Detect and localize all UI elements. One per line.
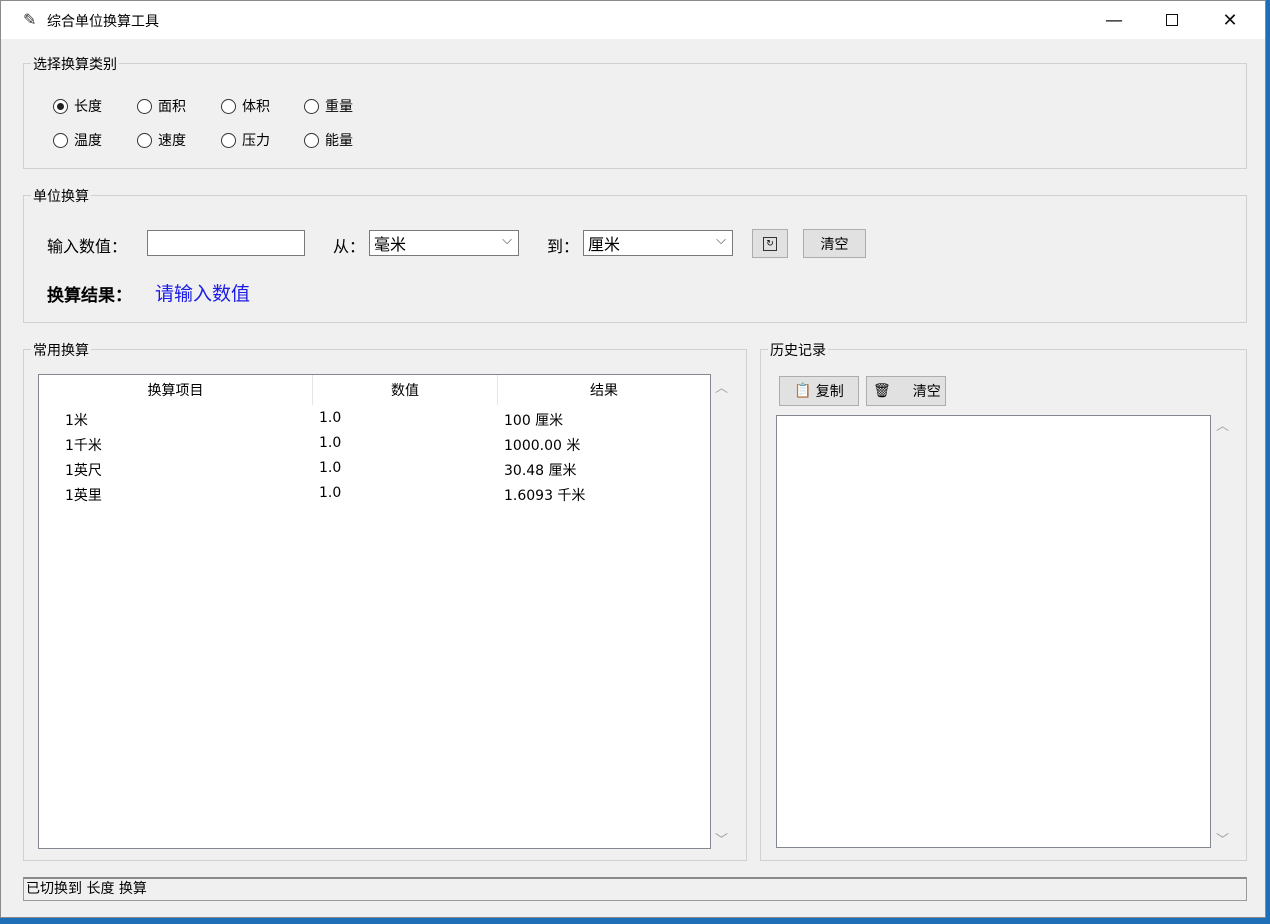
status-text: 已切换到 长度 换算: [26, 881, 147, 897]
scroll-up-icon[interactable]: ︿: [1216, 415, 1229, 434]
scroll-down-icon[interactable]: ﹀: [715, 829, 728, 848]
clear-history-button[interactable]: 🗑 清空: [866, 376, 946, 406]
radio-unselected-icon: [221, 98, 236, 114]
common-group-label: 常用换算: [31, 340, 91, 360]
table-cell: 1.6093 千米: [504, 488, 586, 504]
category-group-label: 选择换算类别: [31, 54, 119, 74]
maximize-button[interactable]: [1143, 1, 1201, 39]
table-cell: 1.0: [319, 410, 342, 426]
chevron-down-icon: ⌵: [716, 233, 726, 248]
column-header-result[interactable]: 结果: [498, 375, 710, 405]
value-input[interactable]: [147, 230, 305, 256]
column-header-value[interactable]: 数值: [313, 375, 498, 405]
minimize-icon: —: [1105, 9, 1123, 31]
app-window: ✎ 综合单位换算工具 — ✕ 选择换算类别 长度 面积 体积 重量 温度 速度 …: [0, 0, 1266, 918]
common-table[interactable]: 换算项目 数值 结果 1米 1.0 100 厘米 1千米 1.0 1000.00…: [38, 374, 711, 849]
table-cell: 1英尺: [65, 463, 102, 479]
from-unit-select[interactable]: 毫米 ⌵: [369, 230, 519, 256]
minimize-button[interactable]: —: [1085, 1, 1143, 39]
radio-unselected-icon: [137, 132, 152, 148]
table-cell: 1英里: [65, 488, 102, 504]
table-cell: 1.0: [319, 485, 342, 501]
trash-icon: 🗑: [873, 383, 891, 399]
category-group: [23, 63, 1247, 169]
clipboard-icon: 📋: [794, 383, 812, 399]
radio-unselected-icon: [304, 132, 319, 148]
feather-icon: ✎: [23, 10, 37, 29]
scroll-down-icon[interactable]: ﹀: [1216, 829, 1229, 848]
window-title: 综合单位换算工具: [47, 14, 159, 30]
radio-volume[interactable]: 体积: [221, 96, 270, 116]
table-cell: 100 厘米: [504, 413, 564, 429]
to-unit-select[interactable]: 厘米 ⌵: [583, 230, 733, 256]
convert-group-label: 单位换算: [31, 186, 91, 206]
close-icon: ✕: [1222, 9, 1238, 31]
radio-unselected-icon: [137, 98, 152, 114]
table-cell: 1米: [65, 413, 88, 429]
radio-selected-icon: [53, 98, 68, 114]
result-value: 请输入数值: [155, 283, 251, 305]
copy-history-button[interactable]: 📋 复制: [779, 376, 859, 406]
table-cell: 1.0: [319, 460, 342, 476]
radio-unselected-icon: [53, 132, 68, 148]
close-button[interactable]: ✕: [1201, 1, 1259, 39]
table-cell: 1千米: [65, 438, 102, 454]
table-cell: 1.0: [319, 435, 342, 451]
status-bar: 已切换到 长度 换算: [23, 877, 1247, 901]
history-group-label: 历史记录: [768, 340, 828, 360]
radio-area[interactable]: 面积: [137, 96, 186, 116]
from-label: 从：: [333, 237, 366, 256]
radio-unselected-icon: [221, 132, 236, 148]
column-header-item[interactable]: 换算项目: [39, 375, 313, 405]
radio-pressure[interactable]: 压力: [221, 130, 270, 150]
radio-speed[interactable]: 速度: [137, 130, 186, 150]
radio-temperature[interactable]: 温度: [53, 130, 102, 150]
scroll-up-icon[interactable]: ︿: [715, 377, 728, 396]
radio-unselected-icon: [304, 98, 319, 114]
radio-length[interactable]: 长度: [53, 96, 102, 116]
input-label: 输入数值：: [47, 237, 128, 256]
clear-input-button[interactable]: 清空: [803, 229, 866, 258]
to-label: 到：: [547, 237, 580, 256]
maximize-icon: [1166, 14, 1178, 26]
radio-weight[interactable]: 重量: [304, 96, 353, 116]
title-bar: ✎ 综合单位换算工具 — ✕: [1, 1, 1265, 39]
table-cell: 1000.00 米: [504, 438, 581, 454]
history-textbox[interactable]: [776, 415, 1211, 848]
radio-energy[interactable]: 能量: [304, 130, 353, 150]
swap-button[interactable]: ↻: [752, 229, 788, 258]
result-label: 换算结果：: [47, 286, 132, 306]
swap-icon: ↻: [763, 236, 777, 251]
table-cell: 30.48 厘米: [504, 463, 577, 479]
chevron-down-icon: ⌵: [502, 233, 512, 248]
